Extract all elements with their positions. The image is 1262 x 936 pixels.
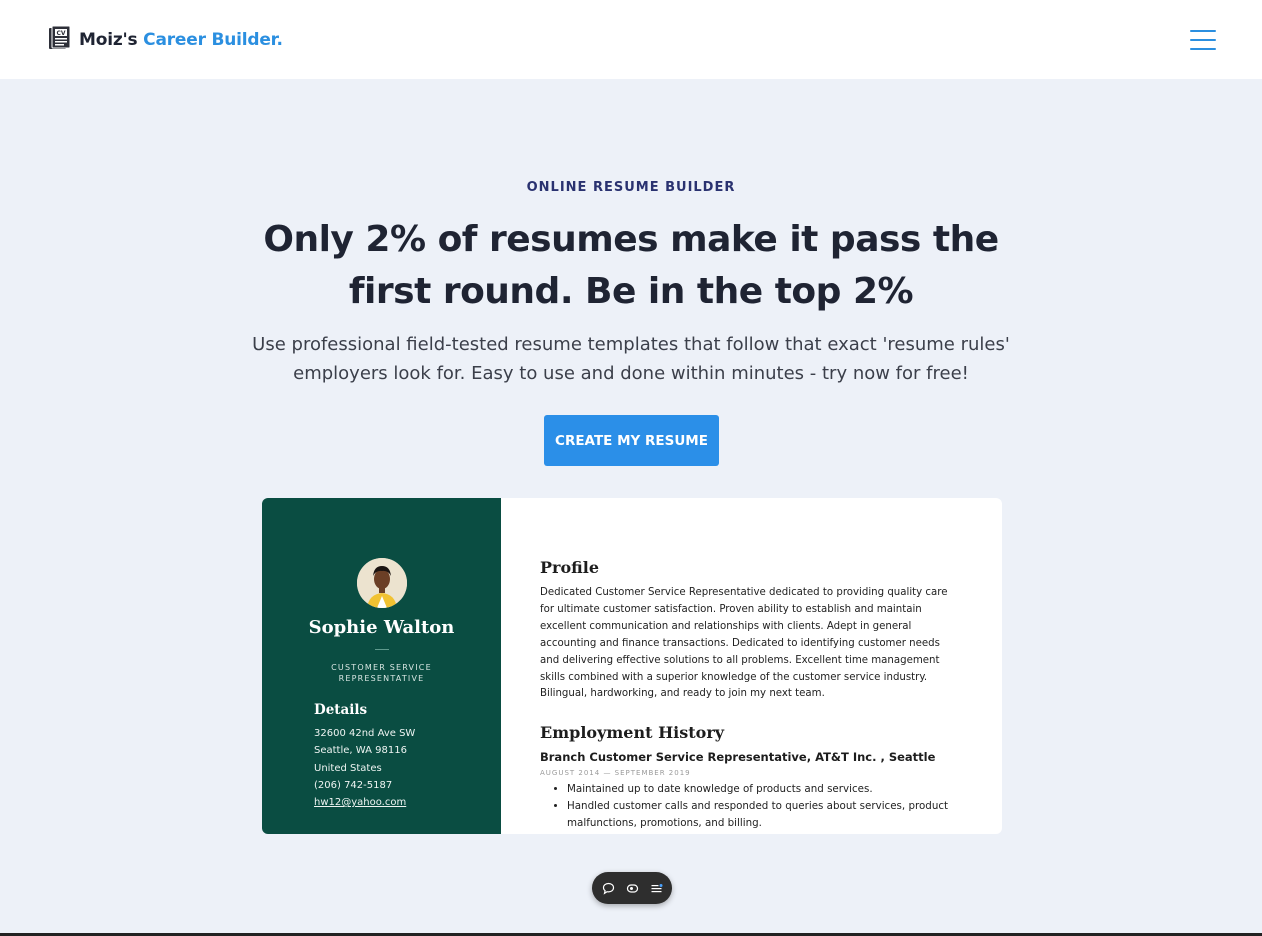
resume-preview: Sophie Walton CUSTOMER SERVICE REPRESENT… (262, 498, 1002, 834)
city-line: Seattle, WA 98116 (314, 745, 407, 757)
floating-toolbar (592, 872, 672, 904)
create-resume-button[interactable]: CREATE MY RESUME (544, 415, 719, 466)
profile-title: Profile (540, 558, 600, 577)
comment-icon[interactable] (601, 881, 615, 895)
resume-role: CUSTOMER SERVICE REPRESENTATIVE (331, 663, 432, 683)
hero-eyebrow: ONLINE RESUME BUILDER (526, 180, 736, 195)
brand-prefix: Moiz's (79, 29, 138, 50)
phone-line: (206) 742-5187 (314, 779, 393, 791)
brand-name: Moiz's Career Builder. (79, 30, 283, 50)
job-dates: AUGUST 2014 — SEPTEMBER 2019 (540, 769, 691, 778)
resume-document-icon: CV (48, 25, 73, 55)
address-line: 32600 42nd Ave SW (314, 728, 416, 739)
details-section: Details 32600 42nd Ave SW Seattle, WA 98… (314, 702, 415, 811)
divider (374, 649, 389, 650)
resume-name: Sophie Walton (308, 617, 455, 638)
resume-main-content: Profile Dedicated Customer Service Repre… (501, 498, 1002, 834)
list-item: Maintained up to date knowledge of produ… (567, 781, 960, 798)
svg-text:CV: CV (56, 30, 65, 37)
list-menu-icon[interactable] (649, 881, 663, 895)
brand-accent: Career Builder. (143, 29, 283, 50)
hero-headline: Only 2% of resumes make it pass the firs… (263, 219, 999, 312)
top-navigation-bar: CV Moiz's Career Builder. (0, 0, 1262, 79)
hamburger-menu-icon[interactable] (1190, 29, 1216, 50)
resume-sidebar: Sophie Walton CUSTOMER SERVICE REPRESENT… (262, 498, 501, 834)
brand-logo-link[interactable]: CV Moiz's Career Builder. (48, 25, 283, 55)
employment-title: Employment History (540, 723, 725, 743)
screen-record-icon[interactable] (625, 881, 639, 895)
list-item: Handled customer calls and responded to … (567, 798, 960, 832)
job-bullets: Maintained up to date knowledge of produ… (540, 781, 960, 831)
hero-subtext: Use professional field-tested resume tem… (252, 334, 1010, 384)
profile-text: Dedicated Customer Service Representativ… (540, 587, 948, 700)
avatar (356, 558, 407, 608)
country-line: United States (314, 762, 382, 774)
job-title: Branch Customer Service Representative, … (540, 750, 936, 765)
email-link[interactable]: hw12@yahoo.com (314, 794, 415, 811)
details-title: Details (314, 702, 368, 718)
